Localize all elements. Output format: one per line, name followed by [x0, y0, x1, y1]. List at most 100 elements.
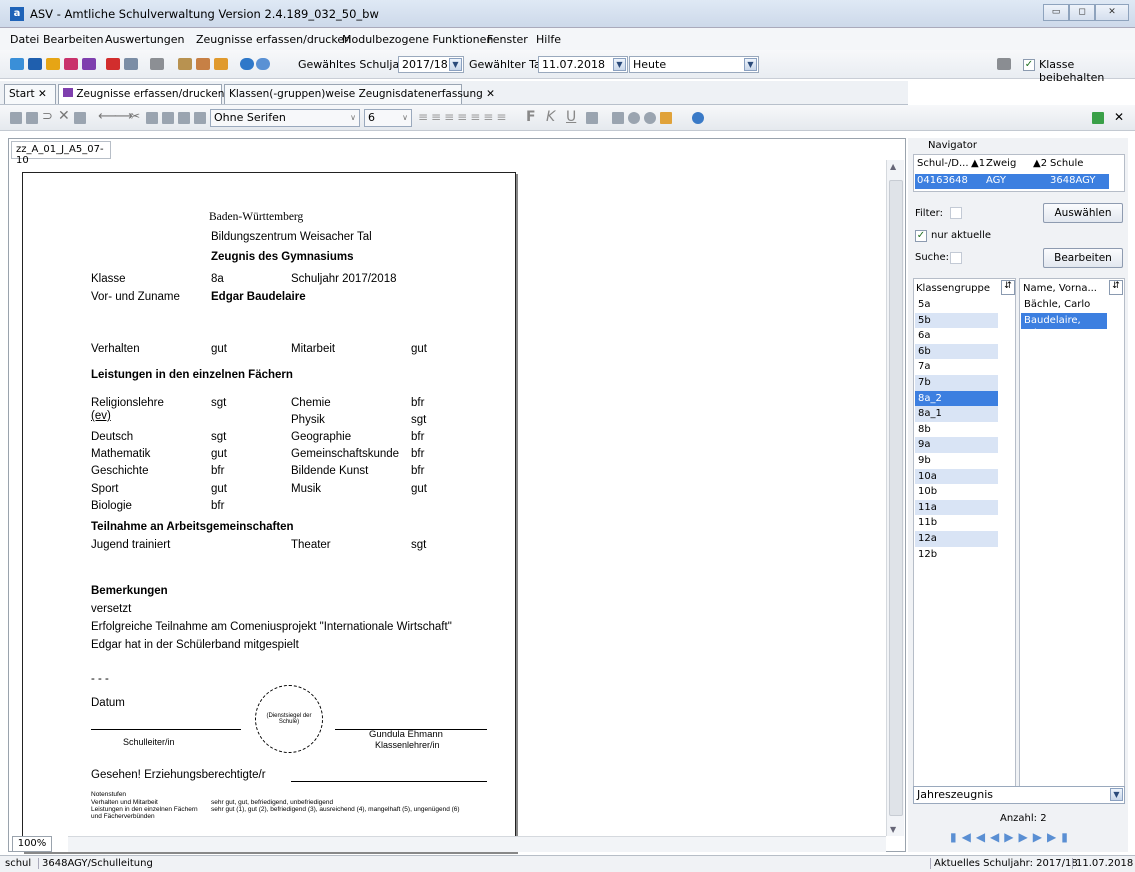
zoom-level[interactable]: 100%	[12, 836, 52, 852]
group-icon[interactable]	[46, 58, 60, 70]
bold-button[interactable]: F	[526, 109, 536, 125]
tab-klassenweise[interactable]: Klassen(-gruppen)weise Zeugnisdatenerfas…	[224, 84, 495, 104]
chevron-down-icon[interactable]: ∨	[350, 111, 356, 124]
klassengruppe-row[interactable]: 8b	[915, 422, 998, 438]
nur-aktuelle-checkbox[interactable]: ✓	[915, 230, 927, 242]
list-icon[interactable]	[124, 58, 138, 70]
print-icon[interactable]	[586, 112, 598, 124]
delete-icon[interactable]: ✕	[58, 108, 70, 124]
close-icon[interactable]: ✕	[38, 88, 47, 100]
klasse-beibehalten-checkbox[interactable]: ✓	[1023, 59, 1035, 71]
suche-checkbox[interactable]	[950, 252, 962, 264]
klassengruppe-row[interactable]: 9a	[915, 437, 998, 453]
menu-hilfe[interactable]: Hilfe	[536, 33, 561, 46]
scroll-down-icon[interactable]: ▼	[890, 825, 896, 834]
tag-input[interactable]: 11.07.2018 ▼	[538, 56, 628, 73]
flash-icon[interactable]	[214, 58, 228, 70]
horizontal-scrollbar[interactable]	[68, 836, 886, 852]
vertical-scrollbar[interactable]: ▲ ▼	[886, 160, 904, 836]
image-icon[interactable]	[194, 112, 206, 124]
auswaehlen-button[interactable]: Auswählen	[1043, 203, 1123, 223]
student-row[interactable]: Bächle, Carlo	[1021, 297, 1107, 313]
close-icon[interactable]: ✕	[1114, 110, 1124, 124]
klassengruppe-row[interactable]: 6a	[915, 328, 998, 344]
help-icon[interactable]	[256, 58, 270, 70]
italic-button[interactable]: K	[546, 109, 555, 125]
copy-icon[interactable]	[146, 112, 158, 124]
save-as-icon[interactable]	[26, 112, 38, 124]
report-icon[interactable]	[64, 58, 78, 70]
klassengruppe-row[interactable]: 5b	[915, 312, 998, 329]
scroll-up-icon[interactable]: ▲	[890, 162, 896, 171]
class-icon[interactable]	[28, 58, 42, 70]
eye-icon[interactable]	[628, 112, 640, 124]
schuljahr-select[interactable]: 2017/18 ▼	[398, 56, 464, 73]
chevron-down-icon[interactable]: ▼	[449, 58, 462, 71]
name-header[interactable]: Name, Vorna...	[1023, 283, 1097, 294]
klassengruppe-row[interactable]: 8a_2	[915, 390, 998, 407]
heute-select[interactable]: Heute ▼	[629, 56, 759, 73]
klassengruppe-row[interactable]: 8a_1	[915, 406, 998, 422]
chevron-down-icon[interactable]: ▼	[744, 58, 757, 71]
menu-auswertungen[interactable]: Auswertungen	[105, 33, 185, 46]
save-icon[interactable]	[10, 112, 22, 124]
table-icon[interactable]	[178, 112, 190, 124]
size-select[interactable]: 6 ∨	[364, 109, 412, 127]
maximize-button[interactable]: ◻	[1069, 4, 1095, 21]
chevron-down-icon[interactable]: ▼	[1110, 788, 1123, 801]
klassengruppe-row[interactable]: 7a	[915, 359, 998, 375]
klassengruppe-row[interactable]: 5a	[915, 297, 998, 313]
refresh-icon[interactable]	[1092, 112, 1104, 124]
font-select[interactable]: Ohne Serifen ∨	[210, 109, 360, 127]
book-icon[interactable]	[106, 58, 120, 70]
klassengruppe-row[interactable]: 12b	[915, 547, 998, 563]
close-icon[interactable]: ✕	[486, 88, 495, 100]
report2-icon[interactable]	[82, 58, 96, 70]
menu-bearbeiten[interactable]: Bearbeiten	[43, 33, 103, 46]
printer-icon[interactable]	[612, 112, 624, 124]
column-chooser-icon[interactable]: ⇵	[1001, 280, 1015, 295]
klassengruppe-row[interactable]: 6b	[915, 343, 998, 360]
klassengruppe-row[interactable]: 11b	[915, 515, 998, 531]
undo-icon[interactable]: ⊃	[42, 109, 53, 124]
klassengruppe-row[interactable]: 7b	[915, 374, 998, 391]
export-icon[interactable]	[178, 58, 192, 70]
help-icon[interactable]	[692, 112, 704, 124]
chevron-down-icon[interactable]: ∨	[402, 111, 408, 124]
klassengruppe-row[interactable]: 12a	[915, 530, 998, 547]
tab-start[interactable]: Start ✕	[4, 84, 56, 104]
settings-icon[interactable]	[997, 58, 1011, 70]
print-icon[interactable]	[196, 58, 210, 70]
klassengruppe-row[interactable]: 10b	[915, 484, 998, 500]
column-chooser-icon[interactable]: ⇵	[1109, 280, 1123, 295]
minimize-button[interactable]: ▭	[1043, 4, 1069, 21]
menu-fenster[interactable]: Fenster	[487, 33, 528, 46]
record-navigation[interactable]: ▮◀◀◀▶▶▶▶▮	[950, 830, 1073, 844]
info-icon[interactable]	[240, 58, 254, 70]
klassengruppe-row[interactable]: 10a	[915, 468, 998, 485]
cut-icon[interactable]: ✂	[130, 109, 140, 123]
chevron-down-icon[interactable]: ▼	[613, 58, 626, 71]
scroll-thumb[interactable]	[889, 180, 903, 816]
people-icon[interactable]	[10, 58, 24, 70]
menu-zeugnisse[interactable]: Zeugnisse erfassen/drucken	[196, 33, 351, 46]
filter-checkbox[interactable]	[950, 207, 962, 219]
close-button[interactable]: ✕	[1095, 4, 1129, 21]
tab-zeugnisse[interactable]: Zeugnisse erfassen/drucken ✕	[58, 84, 237, 104]
menu-modulbezogene[interactable]: Modulbezogene Funktionen	[342, 33, 493, 46]
col-schule[interactable]: Schule	[1050, 158, 1083, 169]
bearbeiten-button[interactable]: Bearbeiten	[1043, 248, 1123, 268]
zeugnisart-select[interactable]: Jahreszeugnis ▼	[913, 786, 1125, 804]
bulb-icon[interactable]	[644, 112, 656, 124]
student-row-selected[interactable]: Baudelaire, Edgar	[1021, 313, 1107, 339]
underline-button[interactable]: U	[566, 109, 576, 125]
school-row-selected[interactable]: 04163648 AGY 3648AGY	[915, 174, 1109, 189]
align-icons[interactable]: ≡≡≡≡≡≡≡	[418, 110, 509, 124]
eraser-icon[interactable]	[660, 112, 672, 124]
menu-datei[interactable]: Datei	[10, 33, 39, 46]
klassengruppe-row[interactable]: 9b	[915, 453, 998, 469]
klassengruppe-header[interactable]: Klassengruppe	[916, 283, 990, 294]
document-tab[interactable]: zz_A_01_J_A5_07-10	[11, 141, 111, 166]
klassengruppe-row[interactable]: 11a	[915, 499, 998, 516]
form-icon[interactable]	[74, 112, 86, 124]
